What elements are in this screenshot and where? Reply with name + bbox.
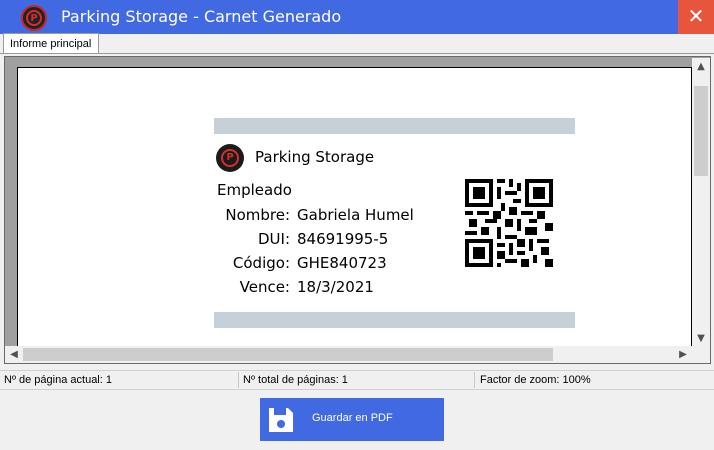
badge-top-band xyxy=(214,118,575,134)
value-dui: 84691995-5 xyxy=(297,230,389,248)
horizontal-scrollbar[interactable]: ◀ ▶ xyxy=(5,346,692,363)
badge-bottom-band xyxy=(214,312,575,328)
scroll-up-icon[interactable]: ▲ xyxy=(692,58,710,75)
status-current-page: Nº de página actual: 1 xyxy=(4,374,112,386)
vertical-scroll-thumb[interactable] xyxy=(694,86,708,176)
value-vence: 18/3/2021 xyxy=(297,278,374,296)
qr-code-icon xyxy=(465,179,553,267)
status-total-pages: Nº total de páginas: 1 xyxy=(243,374,348,386)
scroll-down-icon[interactable]: ▼ xyxy=(692,330,710,347)
status-separator xyxy=(474,372,475,388)
badge-company-name: Parking Storage xyxy=(255,148,375,166)
status-zoom: Factor de zoom: 100% xyxy=(480,374,591,386)
scroll-right-icon[interactable]: ▶ xyxy=(674,346,692,363)
report-viewer: P Parking Storage Empleado Nombre: DUI: … xyxy=(4,56,711,364)
scroll-corner xyxy=(692,346,710,363)
parking-logo-letter: P xyxy=(221,149,239,167)
badge-role: Empleado xyxy=(217,181,292,199)
value-codigo: GHE840723 xyxy=(297,254,387,272)
app-logo-icon: P xyxy=(21,5,47,31)
tab-divider xyxy=(0,53,714,54)
save-pdf-button[interactable]: Guardar en PDF xyxy=(260,398,444,441)
label-codigo: Código: xyxy=(232,254,290,272)
value-nombre: Gabriela Humel xyxy=(297,206,414,224)
close-button[interactable]: ✕ xyxy=(678,0,714,34)
parking-logo-icon: P xyxy=(216,144,244,172)
horizontal-scroll-thumb[interactable] xyxy=(23,348,553,361)
vertical-scrollbar[interactable]: ▲ ▼ xyxy=(692,58,710,347)
label-vence: Vence: xyxy=(239,278,290,296)
floppy-disk-icon xyxy=(269,408,293,432)
status-bar: Nº de página actual: 1 Nº total de págin… xyxy=(0,370,714,390)
badge-labels: Nombre: DUI: Código: Vence: xyxy=(208,206,290,306)
label-nombre: Nombre: xyxy=(225,206,290,224)
scroll-left-icon[interactable]: ◀ xyxy=(5,346,23,363)
report-page: P Parking Storage Empleado Nombre: DUI: … xyxy=(17,67,692,347)
title-bar: P Parking Storage - Carnet Generado ✕ xyxy=(0,0,714,34)
save-pdf-label: Guardar en PDF xyxy=(312,412,393,424)
label-dui: DUI: xyxy=(257,230,290,248)
tab-informe-principal[interactable]: Informe principal xyxy=(3,33,99,54)
status-separator xyxy=(238,372,239,388)
window-title: Parking Storage - Carnet Generado xyxy=(61,7,342,26)
app-logo-letter: P xyxy=(26,10,42,26)
